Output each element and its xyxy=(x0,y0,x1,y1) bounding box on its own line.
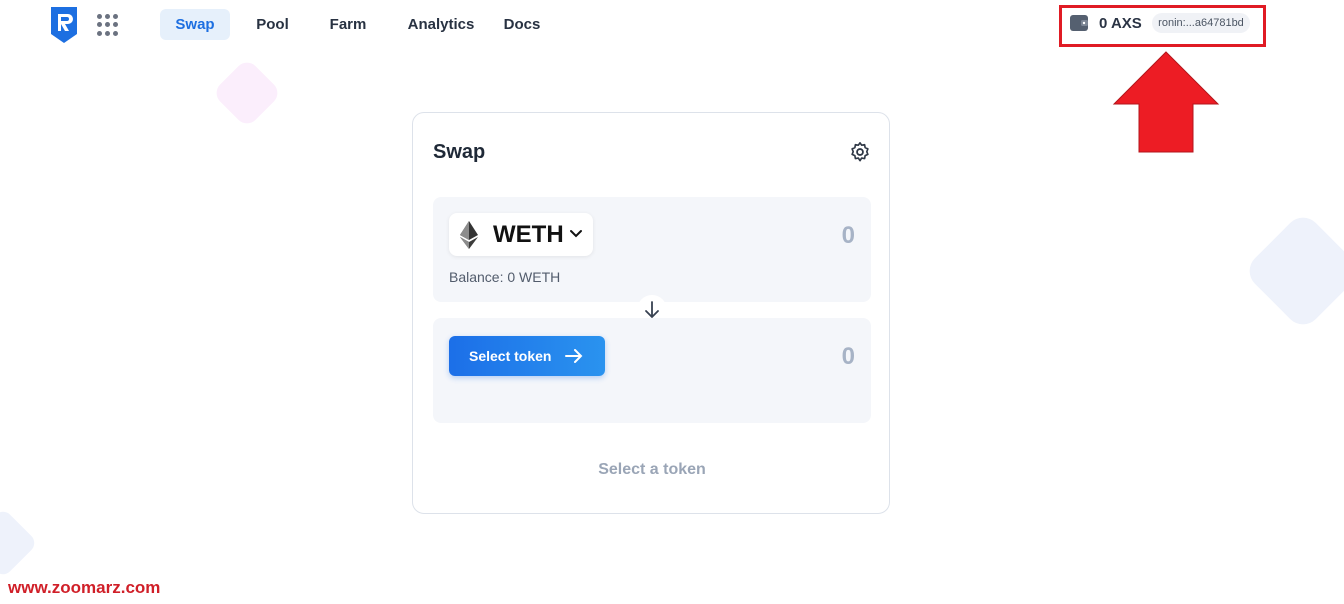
select-token-button[interactable]: Select token xyxy=(449,336,605,376)
watermark: www.zoomarz.com xyxy=(8,578,161,597)
swap-status-text: Select a token xyxy=(598,461,706,478)
from-token-symbol: WETH xyxy=(493,221,564,248)
decorative-shape-left xyxy=(0,507,39,579)
from-balance: Balance: 0 WETH xyxy=(449,269,561,285)
from-amount-input[interactable]: 0 xyxy=(655,222,855,250)
nav-tab-farm[interactable]: Farm xyxy=(323,9,373,40)
swap-card: Swap WETH 0 Balance: 0 WETH Select token xyxy=(412,112,890,514)
wallet-icon[interactable] xyxy=(1069,13,1089,33)
top-header: Swap Pool Farm Analytics Docs 0 AXS roni… xyxy=(0,0,1344,50)
arrow-right-icon xyxy=(565,349,583,363)
nav-tab-analytics[interactable]: Analytics xyxy=(403,9,479,40)
ronin-logo-icon[interactable] xyxy=(48,5,80,45)
ethereum-icon xyxy=(460,221,478,249)
apps-grid-icon[interactable] xyxy=(97,14,119,36)
settings-gear-icon[interactable] xyxy=(849,141,871,163)
nav-tab-pool[interactable]: Pool xyxy=(250,9,295,40)
from-token-selector[interactable]: WETH xyxy=(449,213,593,256)
nav-tab-swap[interactable]: Swap xyxy=(160,9,230,40)
red-arrow-up-annotation xyxy=(1112,51,1220,153)
select-token-label: Select token xyxy=(469,348,552,364)
decorative-shape-pink xyxy=(211,57,283,129)
from-token-panel: WETH 0 Balance: 0 WETH xyxy=(433,197,871,302)
to-amount-input[interactable]: 0 xyxy=(655,343,855,371)
arrow-down-icon xyxy=(645,301,659,319)
nav-tab-docs[interactable]: Docs xyxy=(500,9,544,40)
swap-title: Swap xyxy=(433,141,486,163)
to-token-panel: Select token 0 xyxy=(433,318,871,423)
wallet-address-pill[interactable]: ronin:...a64781bd xyxy=(1152,13,1250,33)
chevron-down-icon xyxy=(570,230,582,238)
wallet-balance[interactable]: 0 AXS xyxy=(1099,15,1142,32)
decorative-shape-blue xyxy=(1242,210,1344,332)
